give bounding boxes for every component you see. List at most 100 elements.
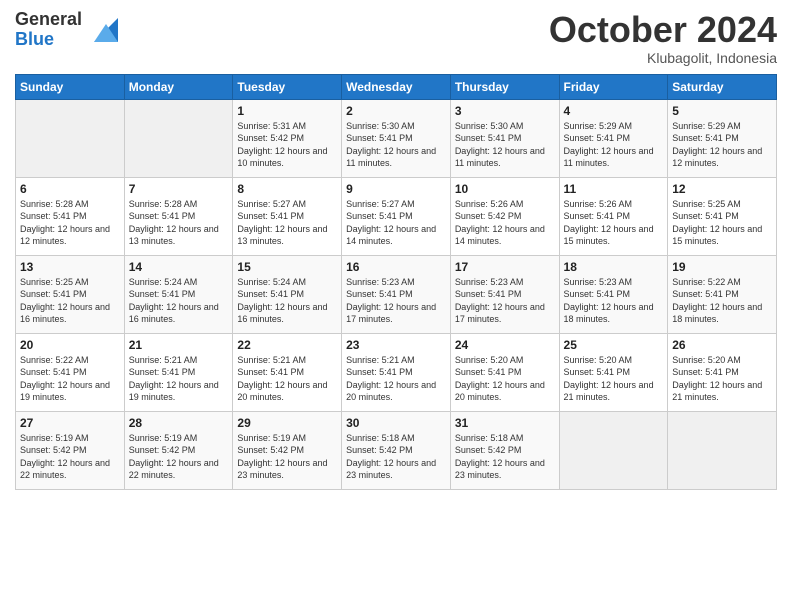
weekday-header-friday: Friday	[559, 74, 668, 99]
day-number: 7	[129, 182, 229, 196]
day-cell: 16 Sunrise: 5:23 AMSunset: 5:41 PMDayligh…	[342, 255, 451, 333]
day-number: 31	[455, 416, 555, 430]
location-subtitle: Klubagolit, Indonesia	[549, 50, 777, 66]
day-cell: 20 Sunrise: 5:22 AMSunset: 5:41 PMDayligh…	[16, 333, 125, 411]
day-cell: 22 Sunrise: 5:21 AMSunset: 5:41 PMDayligh…	[233, 333, 342, 411]
day-number: 22	[237, 338, 337, 352]
day-info: Sunrise: 5:19 AMSunset: 5:42 PMDaylight:…	[237, 432, 337, 482]
day-info: Sunrise: 5:22 AMSunset: 5:41 PMDaylight:…	[20, 354, 120, 404]
day-cell: 6Sunrise: 5:28 AMSunset: 5:41 PMDaylight…	[16, 177, 125, 255]
weekday-row: SundayMondayTuesdayWednesdayThursdayFrid…	[16, 74, 777, 99]
day-number: 30	[346, 416, 446, 430]
day-cell: 18Sunrise: 5:23 AMSunset: 5:41 PMDayligh…	[559, 255, 668, 333]
day-info: Sunrise: 5:19 AMSunset: 5:42 PMDaylight:…	[20, 432, 120, 482]
calendar-table: SundayMondayTuesdayWednesdayThursdayFrid…	[15, 74, 777, 490]
day-info: Sunrise: 5:20 AMSunset: 5:41 PMDaylight:…	[672, 354, 772, 404]
day-number: 8	[237, 182, 337, 196]
day-cell: 7 Sunrise: 5:28 AMSunset: 5:41 PMDaylight…	[124, 177, 233, 255]
weekday-header-saturday: Saturday	[668, 74, 777, 99]
day-info: Sunrise: 5:25 AMSunset: 5:41 PMDaylight:…	[20, 276, 120, 326]
page: General Blue October 2024 Klubagolit, In…	[0, 0, 792, 612]
day-info: Sunrise: 5:30 AMSunset: 5:41 PMDaylight:…	[346, 120, 446, 170]
day-number: 12	[672, 182, 772, 196]
day-number: 4	[564, 104, 664, 118]
day-number: 6	[20, 182, 120, 196]
day-cell: 2 Sunrise: 5:30 AMSunset: 5:41 PMDaylight…	[342, 99, 451, 177]
day-cell: 8Sunrise: 5:27 AMSunset: 5:41 PMDaylight…	[233, 177, 342, 255]
day-info: Sunrise: 5:29 AMSunset: 5:41 PMDaylight:…	[564, 120, 664, 170]
day-info: Sunrise: 5:21 AMSunset: 5:41 PMDaylight:…	[129, 354, 229, 404]
day-cell: 21 Sunrise: 5:21 AMSunset: 5:41 PMDayligh…	[124, 333, 233, 411]
day-info: Sunrise: 5:21 AMSunset: 5:41 PMDaylight:…	[237, 354, 337, 404]
day-number: 2	[346, 104, 446, 118]
day-number: 3	[455, 104, 555, 118]
day-cell: 26 Sunrise: 5:20 AMSunset: 5:41 PMDayligh…	[668, 333, 777, 411]
weekday-header-sunday: Sunday	[16, 74, 125, 99]
weekday-header-thursday: Thursday	[450, 74, 559, 99]
day-number: 5	[672, 104, 772, 118]
day-info: Sunrise: 5:22 AMSunset: 5:41 PMDaylight:…	[672, 276, 772, 326]
day-number: 25	[564, 338, 664, 352]
day-cell: 5 Sunrise: 5:29 AMSunset: 5:41 PMDaylight…	[668, 99, 777, 177]
day-info: Sunrise: 5:29 AMSunset: 5:41 PMDaylight:…	[672, 120, 772, 170]
month-title: October 2024	[549, 10, 777, 50]
day-cell	[16, 99, 125, 177]
logo: General Blue	[15, 10, 118, 50]
day-number: 19	[672, 260, 772, 274]
title-block: October 2024 Klubagolit, Indonesia	[549, 10, 777, 66]
day-cell	[124, 99, 233, 177]
day-cell: 28 Sunrise: 5:19 AMSunset: 5:42 PMDayligh…	[124, 411, 233, 489]
week-row-2: 13Sunrise: 5:25 AMSunset: 5:41 PMDayligh…	[16, 255, 777, 333]
day-info: Sunrise: 5:20 AMSunset: 5:41 PMDaylight:…	[564, 354, 664, 404]
logo-blue-text: Blue	[15, 30, 82, 50]
logo-icon	[86, 14, 118, 46]
day-number: 1	[237, 104, 337, 118]
day-info: Sunrise: 5:19 AMSunset: 5:42 PMDaylight:…	[129, 432, 229, 482]
week-row-3: 20 Sunrise: 5:22 AMSunset: 5:41 PMDayligh…	[16, 333, 777, 411]
day-number: 10	[455, 182, 555, 196]
day-cell: 29Sunrise: 5:19 AMSunset: 5:42 PMDayligh…	[233, 411, 342, 489]
week-row-1: 6 Sunrise: 5:28 AMSunset: 5:41 PMDaylight…	[16, 177, 777, 255]
day-cell: 12Sunrise: 5:25 AMSunset: 5:41 PMDayligh…	[668, 177, 777, 255]
day-info: Sunrise: 5:24 AMSunset: 5:41 PMDaylight:…	[129, 276, 229, 326]
day-cell: 10 Sunrise: 5:26 AMSunset: 5:42 PMDayligh…	[450, 177, 559, 255]
day-info: Sunrise: 5:26 AMSunset: 5:42 PMDaylight:…	[455, 198, 555, 248]
day-cell: 15Sunrise: 5:24 AMSunset: 5:41 PMDayligh…	[233, 255, 342, 333]
day-number: 24	[455, 338, 555, 352]
week-row-0: 1 Sunrise: 5:31 AMSunset: 5:42 PMDaylight…	[16, 99, 777, 177]
day-number: 16	[346, 260, 446, 274]
day-info: Sunrise: 5:21 AMSunset: 5:41 PMDaylight:…	[346, 354, 446, 404]
day-number: 15	[237, 260, 337, 274]
day-number: 21	[129, 338, 229, 352]
day-cell: 17Sunrise: 5:23 AMSunset: 5:41 PMDayligh…	[450, 255, 559, 333]
day-cell: 23Sunrise: 5:21 AMSunset: 5:41 PMDayligh…	[342, 333, 451, 411]
day-info: Sunrise: 5:23 AMSunset: 5:41 PMDaylight:…	[455, 276, 555, 326]
weekday-header-monday: Monday	[124, 74, 233, 99]
day-cell: 3 Sunrise: 5:30 AMSunset: 5:41 PMDaylight…	[450, 99, 559, 177]
day-number: 28	[129, 416, 229, 430]
logo-general-text: General	[15, 10, 82, 30]
day-cell: 27Sunrise: 5:19 AMSunset: 5:42 PMDayligh…	[16, 411, 125, 489]
day-number: 26	[672, 338, 772, 352]
day-info: Sunrise: 5:28 AMSunset: 5:41 PMDaylight:…	[129, 198, 229, 248]
day-cell	[668, 411, 777, 489]
day-info: Sunrise: 5:20 AMSunset: 5:41 PMDaylight:…	[455, 354, 555, 404]
day-info: Sunrise: 5:30 AMSunset: 5:41 PMDaylight:…	[455, 120, 555, 170]
day-cell: 31 Sunrise: 5:18 AMSunset: 5:42 PMDayligh…	[450, 411, 559, 489]
day-cell: 19 Sunrise: 5:22 AMSunset: 5:41 PMDayligh…	[668, 255, 777, 333]
day-cell: 14 Sunrise: 5:24 AMSunset: 5:41 PMDayligh…	[124, 255, 233, 333]
day-info: Sunrise: 5:23 AMSunset: 5:41 PMDaylight:…	[346, 276, 446, 326]
day-info: Sunrise: 5:18 AMSunset: 5:42 PMDaylight:…	[455, 432, 555, 482]
day-number: 20	[20, 338, 120, 352]
day-cell: 24 Sunrise: 5:20 AMSunset: 5:41 PMDayligh…	[450, 333, 559, 411]
day-number: 9	[346, 182, 446, 196]
day-cell: 11Sunrise: 5:26 AMSunset: 5:41 PMDayligh…	[559, 177, 668, 255]
day-cell: 30Sunrise: 5:18 AMSunset: 5:42 PMDayligh…	[342, 411, 451, 489]
day-info: Sunrise: 5:27 AMSunset: 5:41 PMDaylight:…	[346, 198, 446, 248]
day-cell: 9 Sunrise: 5:27 AMSunset: 5:41 PMDaylight…	[342, 177, 451, 255]
day-cell	[559, 411, 668, 489]
calendar-header: SundayMondayTuesdayWednesdayThursdayFrid…	[16, 74, 777, 99]
day-number: 14	[129, 260, 229, 274]
day-info: Sunrise: 5:31 AMSunset: 5:42 PMDaylight:…	[237, 120, 337, 170]
calendar-body: 1 Sunrise: 5:31 AMSunset: 5:42 PMDaylight…	[16, 99, 777, 489]
